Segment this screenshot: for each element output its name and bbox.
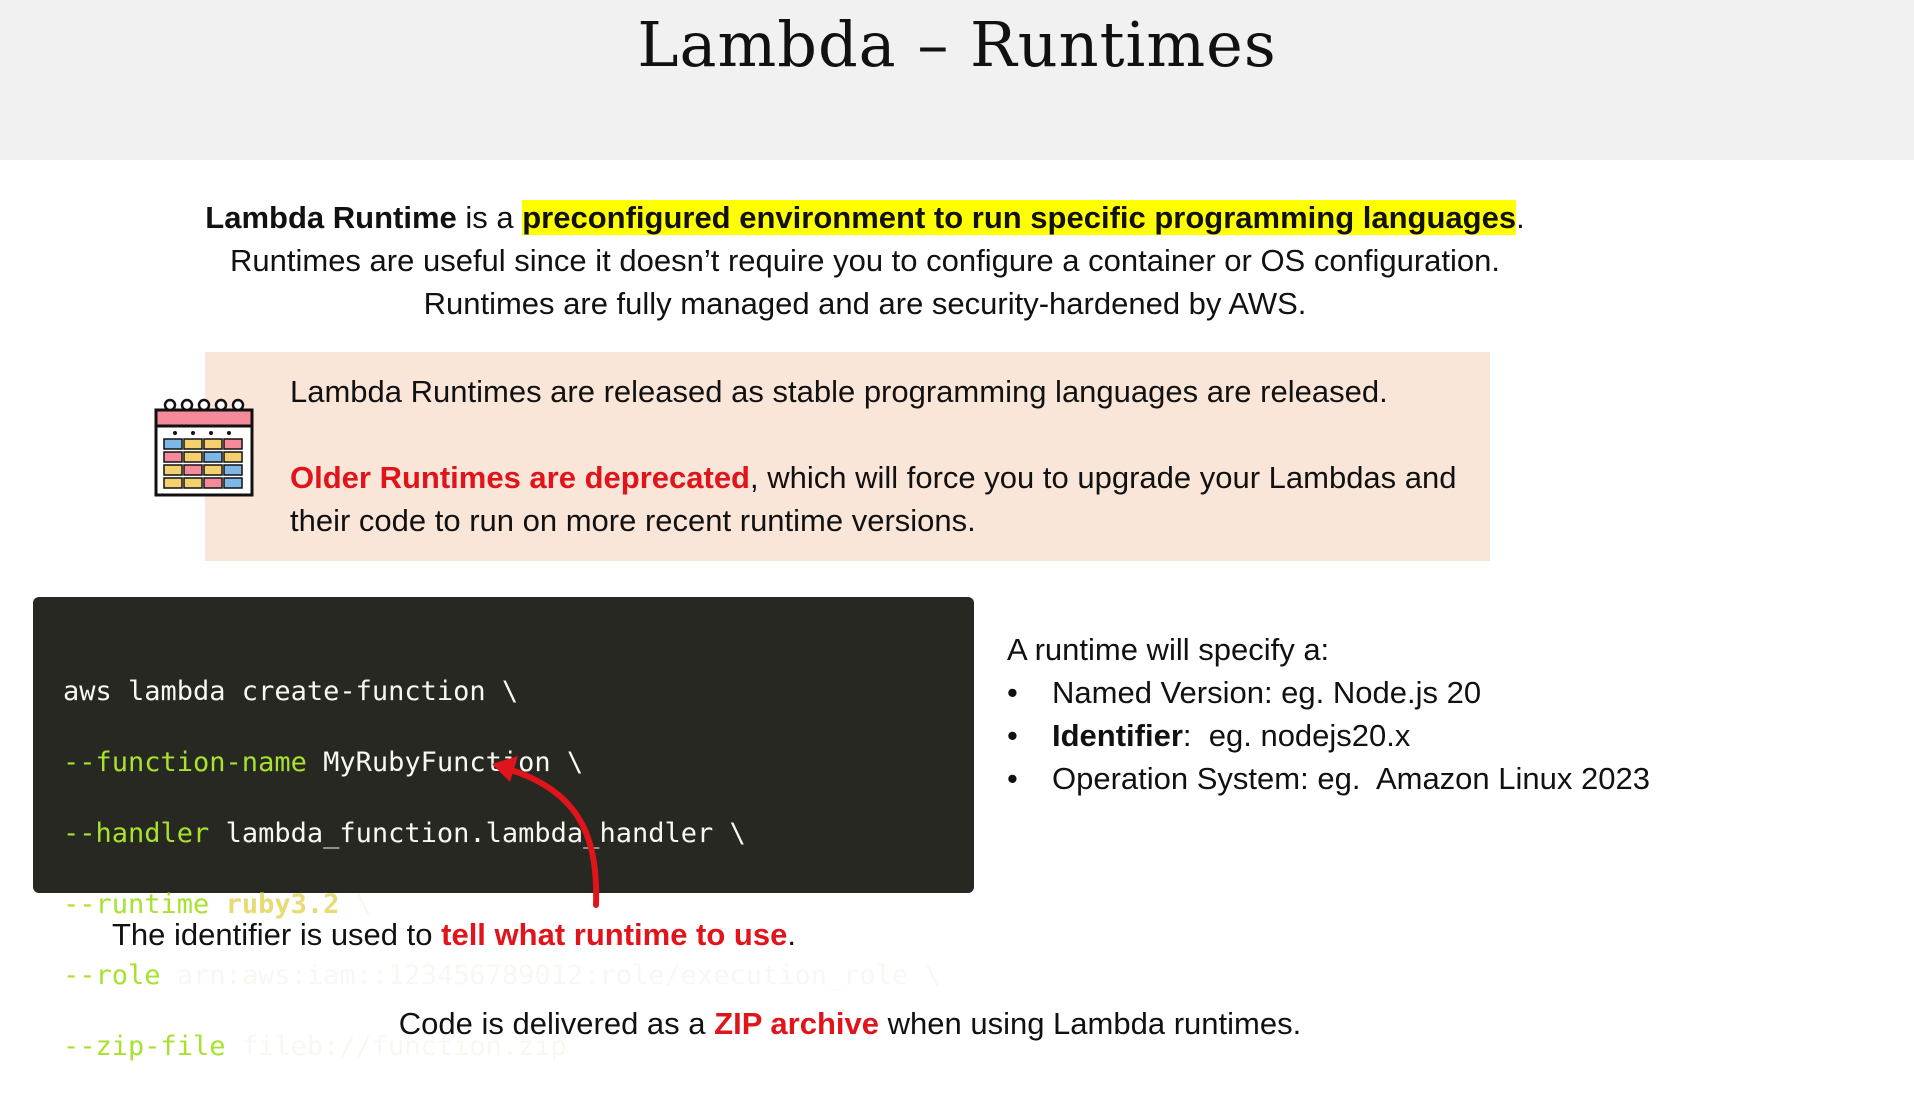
zip-footer: Code is delivered as a ZIP archive when …: [0, 1004, 1700, 1044]
runtime-spec: A runtime will specify a: • Named Version…: [1007, 628, 1650, 800]
code-line: --role arn:aws:iam::123456789012:role/ex…: [63, 958, 941, 994]
intro-line-3: Runtimes are fully managed and are secur…: [423, 286, 1307, 321]
callout-text: Lambda Runtimes are released as stable p…: [290, 370, 1470, 542]
spec-label: Identifier: [1052, 718, 1183, 753]
bullet: •: [1007, 718, 1018, 753]
bullet: •: [1007, 675, 1018, 710]
intro-is-a: is a: [456, 200, 523, 235]
caption-before: The identifier is used to: [112, 917, 442, 952]
definition-highlight: preconfigured environment to run specifi…: [522, 200, 1517, 235]
spec-heading: A runtime will specify a:: [1007, 632, 1330, 667]
spec-label: Operation System:: [1052, 761, 1309, 796]
deprecation-statement: Older Runtimes are deprecated, which wil…: [290, 456, 1470, 542]
deprecated-highlight: Older Runtimes are deprecated: [290, 460, 750, 495]
spec-label: Named Version:: [1052, 675, 1273, 710]
spec-text: : eg. nodejs20.x: [1182, 718, 1411, 753]
calendar-icon: [154, 398, 254, 497]
code-line: aws lambda create-function \: [63, 674, 941, 710]
spec-text: eg. Amazon Linux 2023: [1308, 761, 1650, 796]
spec-text: eg. Node.js 20: [1272, 675, 1482, 710]
footer-before: Code is delivered as a: [398, 1006, 715, 1041]
caption-highlight: tell what runtime to use: [441, 917, 788, 952]
intro-line-2: Runtimes are useful since it doesn’t req…: [230, 243, 1500, 278]
list-item: • Named Version: eg. Node.js 20: [1007, 671, 1650, 714]
code-value: aws lambda create-function \: [63, 675, 519, 707]
callout-spacer: [290, 413, 1470, 456]
release-statement: Lambda Runtimes are released as stable p…: [290, 374, 1388, 409]
list-item: • Identifier: eg. nodejs20.x: [1007, 714, 1650, 757]
intro-period: .: [1516, 200, 1525, 235]
code-flag: --handler: [63, 817, 210, 849]
spec-list: • Named Version: eg. Node.js 20 • Identifi…: [1007, 671, 1650, 800]
code-flag: --role: [63, 959, 161, 991]
code-value: arn:aws:iam::123456789012:role/execution…: [160, 959, 941, 991]
footer-highlight: ZIP archive: [714, 1006, 879, 1041]
runtime-term: Lambda Runtime: [205, 200, 457, 235]
intro-line-1: Lambda Runtime is a preconfigured enviro…: [100, 196, 1630, 239]
bullet: •: [1007, 761, 1018, 796]
caption-after: .: [787, 917, 796, 952]
pointer-arrow: [492, 756, 600, 908]
intro-text: Lambda Runtime is a preconfigured enviro…: [100, 196, 1630, 325]
slide-title: Lambda – Runtimes: [637, 8, 1277, 81]
list-item: • Operation System: eg. Amazon Linux 2023: [1007, 757, 1650, 800]
identifier-caption: The identifier is used to tell what runt…: [112, 915, 796, 955]
footer-after: when using Lambda runtimes.: [879, 1006, 1302, 1041]
code-flag: --function-name: [63, 746, 307, 778]
